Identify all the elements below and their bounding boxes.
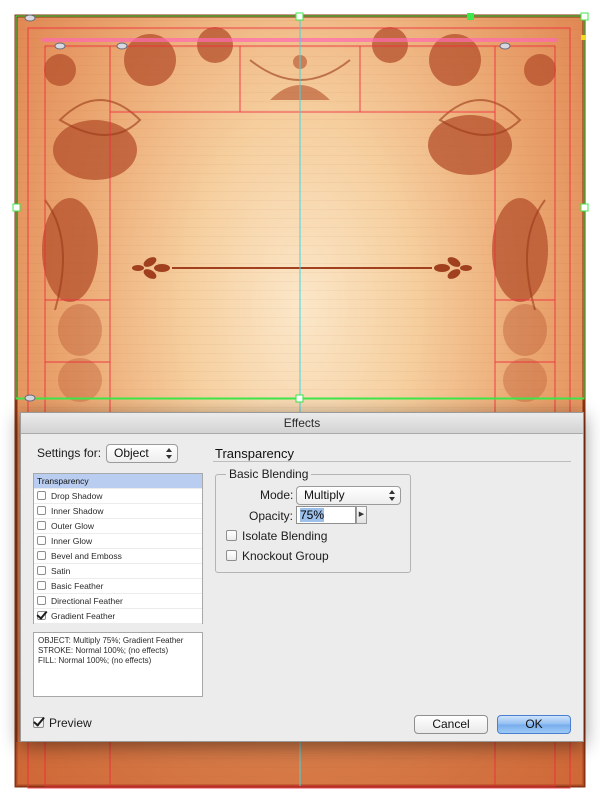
effect-label: Outer Glow: [51, 521, 94, 531]
anchor-handle[interactable]: [467, 13, 474, 20]
dialog-title[interactable]: Effects: [21, 413, 583, 434]
blend-mode-select[interactable]: Multiply: [296, 486, 401, 505]
effect-item-basic-feather[interactable]: Basic Feather: [34, 579, 202, 594]
effects-summary: OBJECT: Multiply 75%; Gradient Feather S…: [33, 632, 203, 697]
basic-blending-legend: Basic Blending: [226, 467, 312, 481]
ok-button[interactable]: OK: [497, 715, 571, 734]
settings-for-label: Settings for:: [37, 446, 102, 460]
effect-label: Basic Feather: [51, 581, 104, 591]
effect-item-inner-glow[interactable]: Inner Glow: [34, 534, 202, 549]
effect-item-transparency[interactable]: Transparency: [34, 474, 202, 489]
effect-label: Bevel and Emboss: [51, 551, 122, 561]
preview-label: Preview: [49, 716, 92, 730]
mode-label: Mode:: [260, 488, 294, 502]
effect-label: Inner Shadow: [51, 506, 104, 516]
effect-label: Directional Feather: [51, 596, 123, 606]
paisley-ornament-right: [372, 27, 556, 402]
effect-item-gradient-feather[interactable]: Gradient Feather: [34, 609, 202, 624]
cancel-button[interactable]: Cancel: [414, 715, 488, 734]
effect-checkbox[interactable]: [37, 551, 46, 560]
effect-item-outer-glow[interactable]: Outer Glow: [34, 519, 202, 534]
chevron-updown-icon: [166, 448, 172, 459]
effect-item-drop-shadow[interactable]: Drop Shadow: [34, 489, 202, 504]
section-title: Transparency: [215, 446, 294, 461]
effect-label: Satin: [51, 566, 71, 576]
effect-item-inner-shadow[interactable]: Inner Shadow: [34, 504, 202, 519]
effects-list: Transparency Drop Shadow Inner Shadow Ou…: [33, 473, 203, 624]
settings-for-value: Object: [114, 446, 149, 460]
effect-checkbox[interactable]: [37, 521, 46, 530]
effect-label: Drop Shadow: [51, 491, 103, 501]
effects-dialog: Effects Settings for: Object Transparenc…: [20, 412, 584, 742]
effect-checkbox[interactable]: [37, 491, 46, 500]
effect-checkbox[interactable]: [37, 536, 46, 545]
opacity-value: 75%: [300, 508, 325, 522]
blend-mode-value: Multiply: [304, 488, 345, 502]
effect-checkbox[interactable]: [37, 596, 46, 605]
opacity-slider-button[interactable]: ▶: [356, 506, 367, 524]
effect-checkbox[interactable]: [37, 506, 46, 515]
triangle-right-icon: ▶: [358, 511, 365, 518]
effect-item-bevel-emboss[interactable]: Bevel and Emboss: [34, 549, 202, 564]
basic-blending-group: Basic Blending Mode: Multiply Opacity: 7…: [215, 467, 411, 573]
section-divider: [213, 461, 571, 462]
effect-checkbox-checked[interactable]: [37, 611, 46, 620]
preview-checkbox[interactable]: [33, 717, 44, 728]
knockout-group-checkbox[interactable]: [226, 550, 237, 561]
effect-label: Transparency: [37, 476, 89, 486]
opacity-input[interactable]: 75%: [296, 506, 356, 524]
summary-object-line: OBJECT: Multiply 75%; Gradient Feather: [38, 636, 184, 645]
center-divider-ornament: [132, 257, 472, 279]
isolate-blending-checkbox[interactable]: [226, 530, 237, 541]
corner-handle[interactable]: [581, 35, 586, 40]
effect-item-satin[interactable]: Satin: [34, 564, 202, 579]
effect-label: Inner Glow: [51, 536, 93, 546]
settings-for-select[interactable]: Object: [106, 444, 178, 463]
paisley-ornament-left: [42, 27, 233, 402]
knockout-group-label: Knockout Group: [242, 549, 329, 563]
isolate-blending-label: Isolate Blending: [242, 529, 328, 543]
chevron-updown-icon: [389, 490, 395, 501]
effect-label: Gradient Feather: [51, 611, 116, 621]
summary-fill-line: FILL: Normal 100%; (no effects): [38, 656, 152, 665]
summary-stroke-line: STROKE: Normal 100%; (no effects): [38, 646, 169, 655]
opacity-label: Opacity:: [249, 509, 294, 523]
effect-checkbox[interactable]: [37, 566, 46, 575]
effect-checkbox[interactable]: [37, 581, 46, 590]
effect-item-directional-feather[interactable]: Directional Feather: [34, 594, 202, 609]
